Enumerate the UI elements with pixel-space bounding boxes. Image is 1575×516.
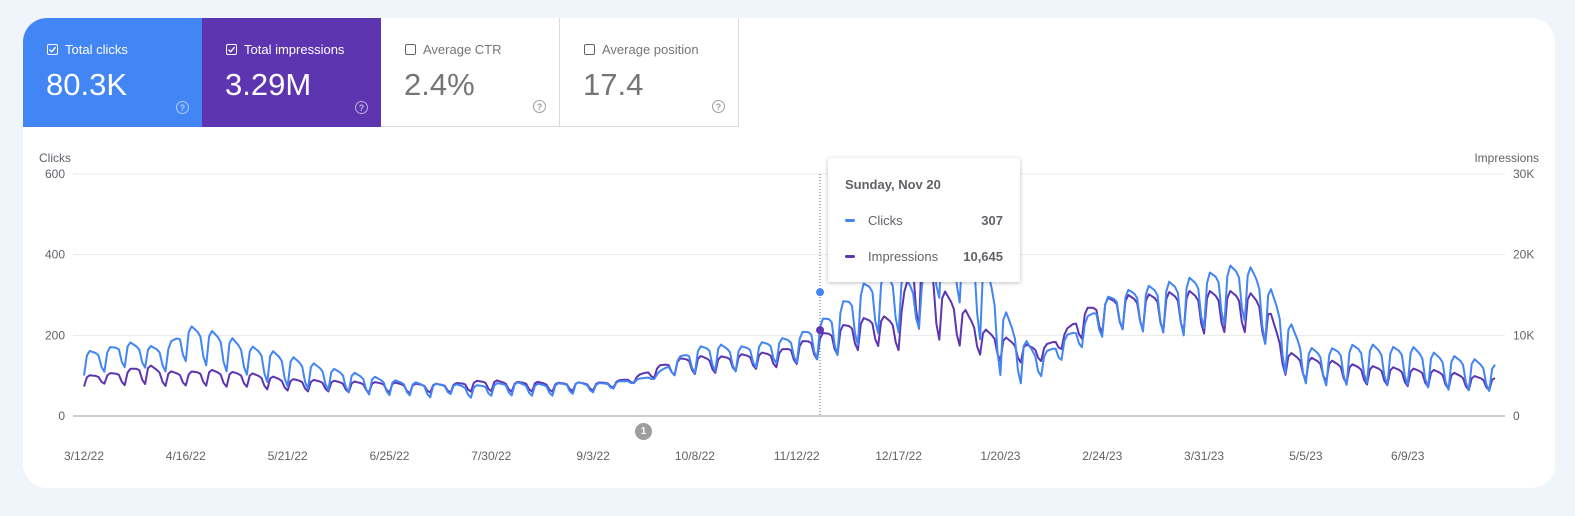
hover-point-impressions bbox=[816, 326, 825, 335]
hover-point-clicks bbox=[816, 288, 825, 297]
x-axis-tick: 6/9/23 bbox=[1391, 449, 1425, 463]
clicks-swatch-icon bbox=[845, 219, 855, 222]
x-axis-tick: 9/3/22 bbox=[576, 449, 610, 463]
x-axis-tick: 6/25/22 bbox=[369, 449, 409, 463]
x-axis-tick: 3/31/23 bbox=[1184, 449, 1224, 463]
x-axis-tick: 4/16/22 bbox=[166, 449, 206, 463]
x-axis-tick: 3/12/22 bbox=[64, 449, 104, 463]
impressions-swatch-icon bbox=[845, 255, 855, 258]
right-axis-tick: 0 bbox=[1513, 409, 1520, 423]
left-axis-tick: 200 bbox=[45, 328, 65, 342]
tooltip-series-name: Clicks bbox=[868, 213, 903, 228]
tooltip-row-clicks: Clicks 307 bbox=[845, 213, 1003, 228]
series-line-clicks bbox=[83, 223, 1496, 399]
performance-chart[interactable]: Clicks Impressions 0 200 400 600 0 10K 20K 30K… bbox=[0, 0, 1575, 516]
left-axis-title: Clicks bbox=[39, 151, 71, 165]
x-axis-tick: 11/12/22 bbox=[774, 449, 820, 463]
x-axis-tick: 5/21/22 bbox=[268, 449, 308, 463]
tooltip-series-value: 307 bbox=[981, 213, 1003, 228]
right-axis-tick: 30K bbox=[1513, 167, 1534, 181]
left-axis-tick: 0 bbox=[58, 409, 65, 423]
series-line-impressions bbox=[83, 239, 1496, 395]
x-axis-tick: 5/5/23 bbox=[1289, 449, 1323, 463]
x-axis-tick: 2/24/23 bbox=[1082, 449, 1122, 463]
left-axis-tick: 600 bbox=[45, 167, 65, 181]
left-axis-tick: 400 bbox=[45, 248, 65, 262]
right-axis-tick: 20K bbox=[1513, 248, 1534, 262]
right-axis-tick: 10K bbox=[1513, 328, 1534, 342]
x-axis-tick: 12/17/22 bbox=[875, 449, 922, 463]
tooltip-row-impressions: Impressions 10,645 bbox=[845, 249, 1003, 264]
right-axis-title: Impressions bbox=[1474, 151, 1539, 165]
tooltip-series-value: 10,645 bbox=[963, 249, 1003, 264]
tooltip-date: Sunday, Nov 20 bbox=[845, 177, 941, 192]
x-axis-tick: 7/30/22 bbox=[471, 449, 511, 463]
annotation-marker[interactable]: 1 bbox=[635, 423, 652, 440]
x-axis-tick: 1/20/23 bbox=[980, 449, 1020, 463]
tooltip-series-name: Impressions bbox=[868, 249, 939, 264]
x-axis-tick: 10/8/22 bbox=[675, 449, 715, 463]
chart-tooltip: Sunday, Nov 20 Clicks 307 Impressions 10… bbox=[828, 158, 1020, 282]
